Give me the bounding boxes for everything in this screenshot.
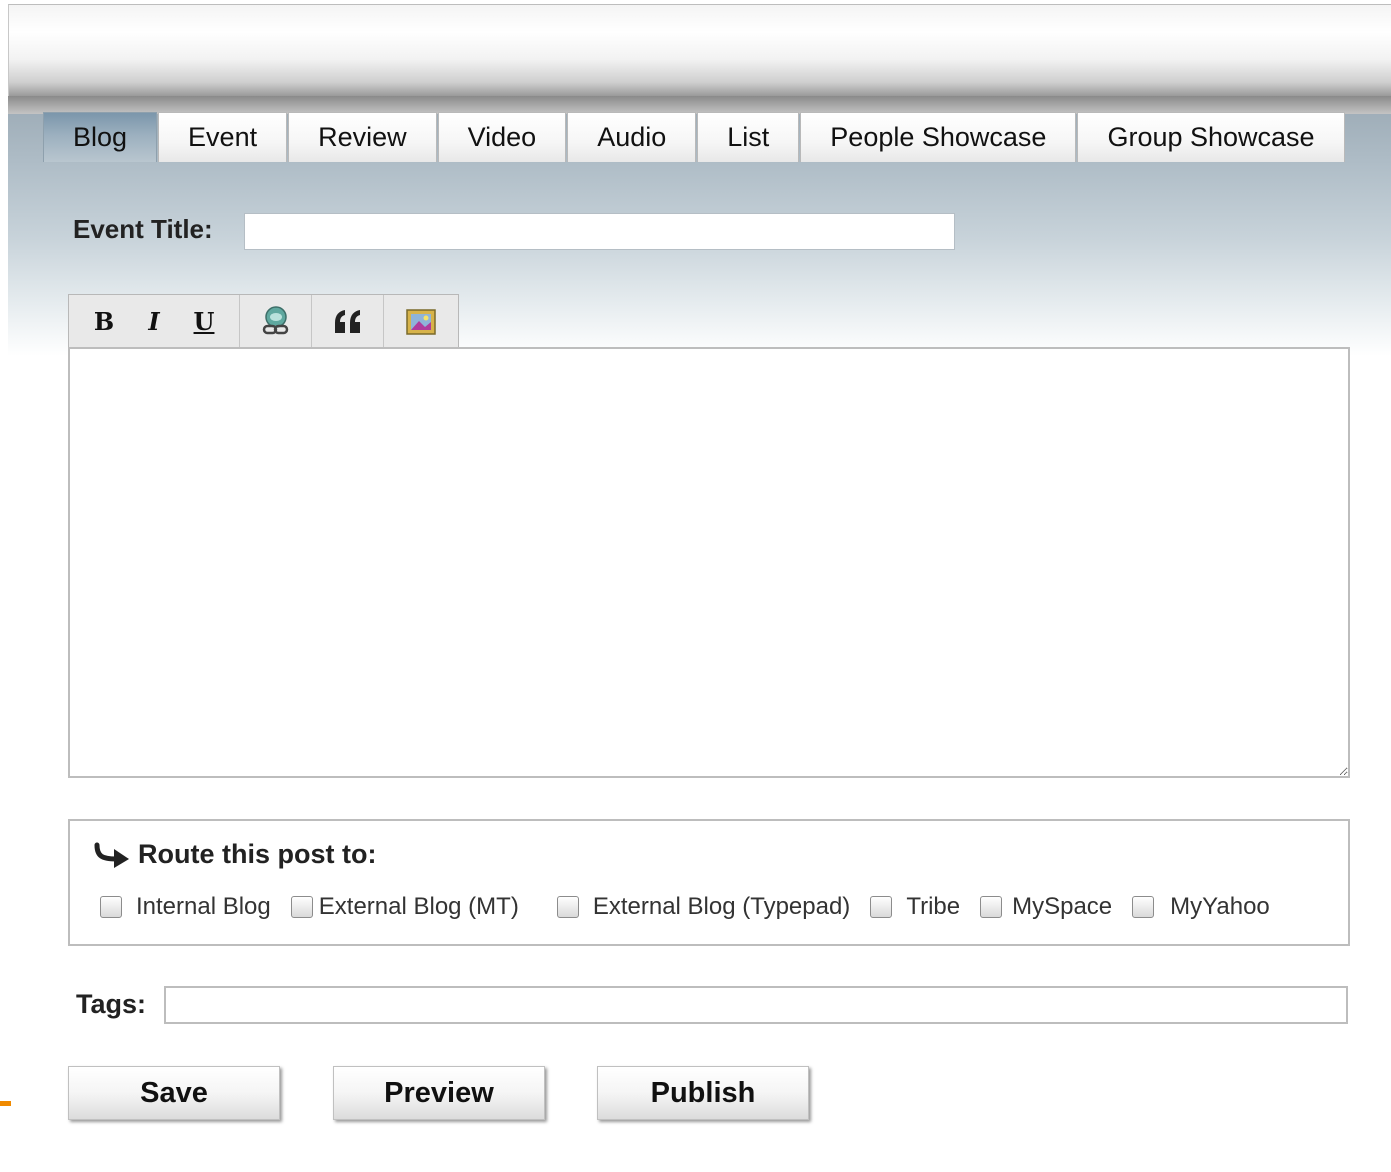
image-group [384, 295, 458, 348]
route-option-external-blog-mt[interactable]: External Blog (MT) [290, 893, 519, 921]
publish-button[interactable]: Publish [597, 1066, 809, 1120]
route-option-label: Internal Blog [136, 893, 271, 920]
route-title: Route this post to: [94, 839, 376, 870]
editor-toolbar: B I U [68, 294, 459, 348]
tribe-checkbox[interactable] [870, 896, 893, 918]
event-title-input[interactable] [244, 213, 955, 250]
event-title-label: Event Title: [73, 214, 213, 244]
post-type-tabs: Blog Event Review Video Audio List Peopl… [43, 112, 1346, 164]
route-option-internal-blog[interactable]: Internal Blog [100, 893, 271, 921]
route-option-myyahoo[interactable]: MyYahoo [1132, 893, 1270, 921]
post-body-editor[interactable] [68, 347, 1350, 778]
route-options: Internal Blog External Blog (MT) Externa… [100, 893, 1290, 921]
route-option-label: External Blog (MT) [318, 893, 519, 920]
internal-blog-checkbox[interactable] [100, 896, 122, 918]
quote-icon[interactable] [333, 295, 363, 348]
tab-review[interactable]: Review [288, 112, 437, 162]
save-button[interactable]: Save [68, 1066, 280, 1120]
route-option-label: Tribe [906, 893, 961, 920]
bold-icon[interactable]: B [84, 295, 124, 348]
external-blog-mt-checkbox[interactable] [290, 896, 313, 918]
format-group: B I U [69, 295, 240, 348]
route-option-external-blog-typepad[interactable]: External Blog (Typepad) [556, 893, 851, 921]
underline-icon[interactable]: U [184, 295, 224, 348]
tab-list[interactable]: List [697, 112, 800, 162]
tab-audio[interactable]: Audio [567, 112, 697, 162]
image-icon[interactable] [406, 295, 436, 348]
link-group [240, 295, 312, 348]
route-panel: Route this post to: Internal Blog Extern… [68, 819, 1350, 946]
link-icon[interactable] [258, 295, 294, 348]
myspace-checkbox[interactable] [980, 896, 1003, 918]
tags-input[interactable] [164, 986, 1348, 1024]
route-option-tribe[interactable]: Tribe [870, 893, 960, 921]
route-arrow-icon [94, 842, 132, 868]
myyahoo-checkbox[interactable] [1132, 896, 1155, 918]
accent-mark [0, 1101, 11, 1106]
quote-group [312, 295, 384, 348]
preview-button[interactable]: Preview [333, 1066, 545, 1120]
tab-people-showcase[interactable]: People Showcase [800, 112, 1077, 162]
tab-event[interactable]: Event [158, 112, 288, 162]
route-title-text: Route this post to: [138, 839, 377, 869]
italic-icon[interactable]: I [134, 295, 174, 348]
route-option-label: External Blog (Typepad) [592, 893, 851, 920]
tab-group-showcase[interactable]: Group Showcase [1077, 112, 1345, 162]
route-option-myspace[interactable]: MySpace [980, 893, 1112, 921]
tags-label: Tags: [76, 989, 147, 1019]
tab-blog[interactable]: Blog [43, 112, 158, 162]
route-option-label: MyYahoo [1170, 893, 1270, 920]
header-bar [8, 4, 1391, 96]
tab-video[interactable]: Video [437, 112, 567, 162]
external-blog-typepad-checkbox[interactable] [556, 896, 579, 918]
route-option-label: MySpace [1012, 893, 1113, 920]
